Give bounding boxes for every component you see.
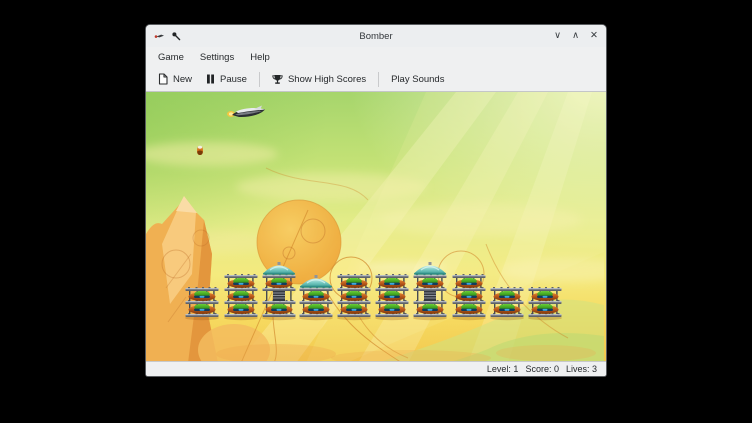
show-high-scores-label: Show High Scores [288,74,366,85]
maximize-button[interactable]: ∧ [572,31,579,41]
play-sounds-label: Play Sounds [391,74,444,85]
plane-sprite [226,104,268,124]
status-lives: Lives: 3 [566,364,597,374]
window-title: Bomber [146,31,606,42]
desktop-background: Bomber ∨ ∧ ✕ Game Settings Help [0,0,752,423]
new-document-icon [158,73,168,85]
show-high-scores-button[interactable]: Show High Scores [265,71,373,88]
play-sounds-button[interactable]: Play Sounds [384,71,451,88]
menu-settings[interactable]: Settings [192,49,242,66]
trophy-icon [272,74,283,85]
close-button[interactable]: ✕ [590,31,598,41]
menu-help[interactable]: Help [242,49,278,66]
toolbar-separator [259,72,260,87]
statusbar: Level: 1 Score: 0 Lives: 3 [146,361,606,376]
minimize-button[interactable]: ∨ [554,31,561,41]
titlebar[interactable]: Bomber ∨ ∧ ✕ [146,25,606,47]
status-level: Level: 1 [487,364,519,374]
status-score: Score: 0 [525,364,559,374]
game-scene [146,92,604,361]
new-button-label: New [173,74,192,85]
bomber-window: Bomber ∨ ∧ ✕ Game Settings Help [146,25,606,376]
game-area[interactable] [146,92,606,361]
menubar: Game Settings Help [146,47,606,67]
rock-cliffs [146,196,270,361]
menu-game[interactable]: Game [150,49,192,66]
new-button[interactable]: New [151,70,199,88]
pause-button-label: Pause [220,74,247,85]
pause-button[interactable]: Pause [199,71,254,88]
bomb-sprite [196,145,204,156]
toolbar: New Pause [146,67,606,92]
toolbar-separator [378,72,379,87]
pause-icon [206,74,215,84]
